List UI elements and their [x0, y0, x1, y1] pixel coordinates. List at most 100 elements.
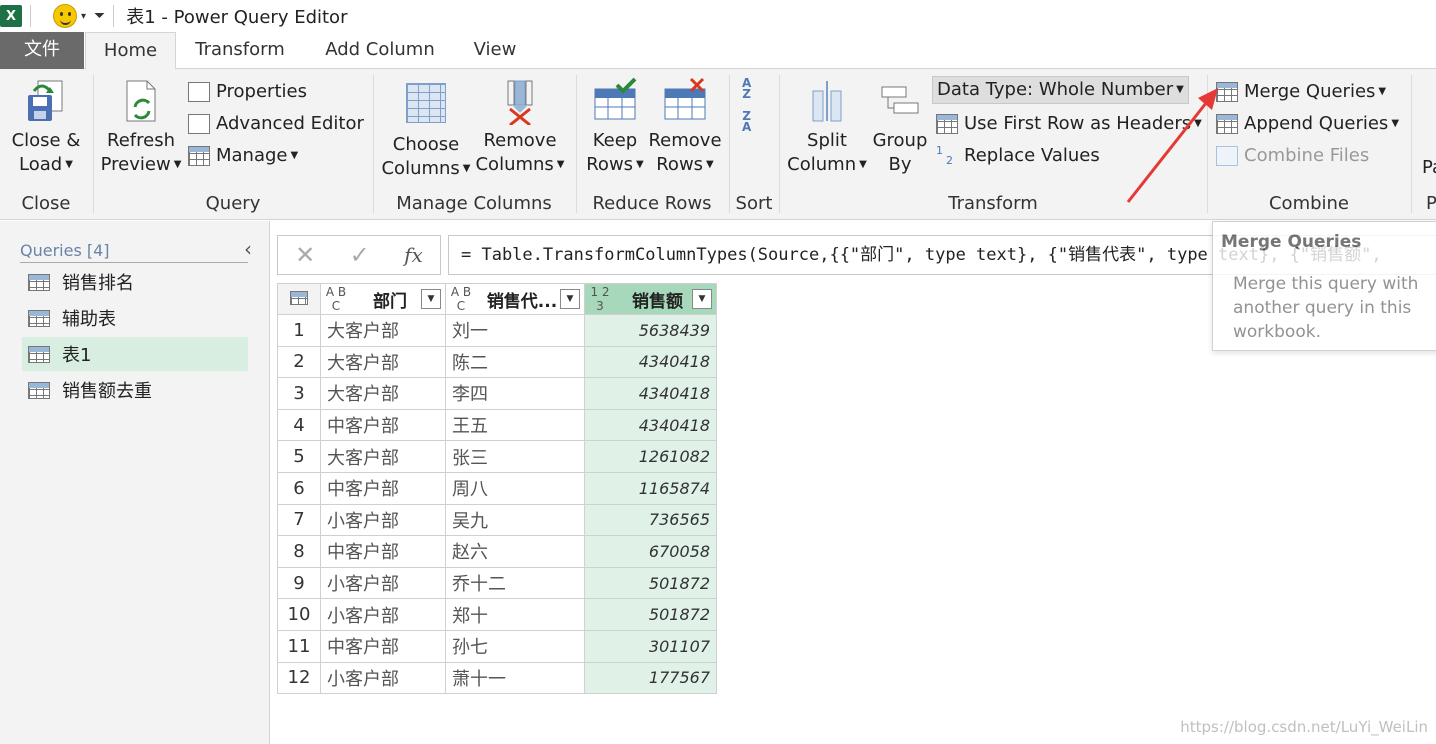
fx-icon[interactable]: fx — [404, 243, 423, 267]
tab-add-column[interactable]: Add Column — [312, 32, 448, 69]
cell[interactable]: 大客户部 — [320, 314, 446, 347]
table-row: 8 中客户部 赵六 670058 — [277, 535, 717, 568]
cell[interactable]: 大客户部 — [320, 345, 446, 379]
cell[interactable]: 4340418 — [584, 377, 717, 410]
cell[interactable]: 郑十 — [445, 598, 585, 631]
column-header[interactable]: 1 2 3 销售额 ▼ — [584, 283, 717, 315]
collapse-pane-icon[interactable]: ‹ — [244, 237, 252, 261]
filter-dropdown-icon[interactable]: ▼ — [560, 289, 580, 309]
cell[interactable]: 中客户部 — [320, 408, 446, 442]
column-header[interactable]: A B C 销售代... ▼ — [445, 283, 585, 315]
tab-home[interactable]: Home — [85, 32, 176, 70]
cell[interactable]: 中客户部 — [320, 471, 446, 505]
tab-file[interactable]: 文件 — [0, 32, 84, 69]
row-number[interactable]: 9 — [277, 566, 321, 600]
cut-off-button[interactable]: Pa — [1422, 154, 1436, 182]
row-number[interactable]: 7 — [277, 503, 321, 537]
split-column-button[interactable]: Split Column ▼ — [784, 77, 870, 177]
excel-app-icon: X — [0, 5, 22, 27]
chevron-down-icon: ▼ — [65, 159, 73, 170]
cell[interactable]: 大客户部 — [320, 440, 446, 473]
cell[interactable]: 501872 — [584, 566, 717, 600]
table-menu-corner[interactable] — [277, 283, 321, 315]
text-type-icon[interactable]: A B C — [325, 285, 347, 313]
query-item-label: 销售额去重 — [62, 381, 152, 402]
number-type-icon[interactable]: 1 2 3 — [589, 285, 611, 313]
text-type-icon[interactable]: A B C — [450, 285, 472, 313]
remove-rows-button[interactable]: Remove Rows ▼ — [647, 77, 723, 177]
row-number[interactable]: 4 — [277, 408, 321, 442]
cell[interactable]: 301107 — [584, 629, 717, 663]
sort-ascending-button[interactable]: A Z — [742, 77, 751, 106]
row-number[interactable]: 10 — [277, 598, 321, 631]
chevron-down-icon[interactable]: ▾ — [81, 11, 86, 22]
query-item[interactable]: 销售排名 — [22, 265, 248, 299]
query-item[interactable]: 辅助表 — [22, 301, 248, 335]
sort-descending-button[interactable]: Z A — [742, 110, 751, 139]
cell[interactable]: 736565 — [584, 503, 717, 537]
tab-transform[interactable]: Transform — [185, 32, 295, 69]
filter-dropdown-icon[interactable]: ▼ — [692, 289, 712, 309]
properties-button[interactable]: Properties — [188, 78, 307, 106]
combine-files-button[interactable]: Combine Files — [1216, 142, 1369, 170]
append-queries-button[interactable]: Append Queries ▼ — [1216, 110, 1399, 138]
cell[interactable]: 1261082 — [584, 440, 717, 473]
cell[interactable]: 李四 — [445, 377, 585, 410]
query-item[interactable]: 销售额去重 — [22, 373, 248, 407]
row-number[interactable]: 3 — [277, 377, 321, 410]
cell[interactable]: 大客户部 — [320, 377, 446, 410]
cell[interactable]: 刘一 — [445, 314, 585, 347]
row-number[interactable]: 8 — [277, 535, 321, 568]
chevron-down-icon: ▼ — [173, 159, 182, 170]
row-number[interactable]: 12 — [277, 661, 321, 695]
filter-dropdown-icon[interactable]: ▼ — [421, 289, 441, 309]
cell[interactable]: 孙七 — [445, 629, 585, 663]
cell[interactable]: 小客户部 — [320, 598, 446, 631]
cell[interactable]: 乔十二 — [445, 566, 585, 600]
cell[interactable]: 670058 — [584, 535, 717, 568]
manage-button[interactable]: Manage ▼ — [188, 142, 298, 170]
cell[interactable]: 5638439 — [584, 314, 717, 347]
row-number[interactable]: 1 — [277, 314, 321, 347]
close-load-button[interactable]: Close & Load ▼ — [8, 77, 84, 177]
cell[interactable]: 赵六 — [445, 535, 585, 568]
cell[interactable]: 陈二 — [445, 345, 585, 379]
cell[interactable]: 小客户部 — [320, 661, 446, 695]
feedback-smiley-icon[interactable] — [53, 4, 77, 28]
advanced-editor-button[interactable]: Advanced Editor — [188, 110, 364, 138]
cell[interactable]: 4340418 — [584, 345, 717, 379]
group-by-button[interactable]: Group By — [868, 77, 932, 177]
cell[interactable]: 萧十一 — [445, 661, 585, 695]
row-number[interactable]: 5 — [277, 440, 321, 473]
customize-qat-icon[interactable]: ⏷ — [94, 8, 105, 24]
column-header[interactable]: A B C 部门 ▼ — [320, 283, 446, 315]
merge-queries-button[interactable]: Merge Queries ▼ — [1216, 78, 1386, 106]
cell[interactable]: 小客户部 — [320, 503, 446, 537]
choose-columns-button[interactable]: Choose Columns ▼ — [380, 77, 472, 181]
remove-columns-button[interactable]: Remove Columns ▼ — [474, 77, 566, 177]
chevron-down-icon: ▼ — [706, 159, 714, 170]
cell[interactable]: 177567 — [584, 661, 717, 695]
choose-columns-label-1: Choose — [392, 134, 460, 155]
group-by-icon — [878, 77, 922, 125]
cell[interactable]: 张三 — [445, 440, 585, 473]
row-number[interactable]: 2 — [277, 345, 321, 379]
commit-icon[interactable]: ✓ — [350, 241, 370, 269]
cell[interactable]: 吴九 — [445, 503, 585, 537]
cell[interactable]: 501872 — [584, 598, 717, 631]
cell[interactable]: 1165874 — [584, 471, 717, 505]
cell[interactable]: 中客户部 — [320, 535, 446, 568]
keep-rows-button[interactable]: Keep Rows ▼ — [581, 77, 649, 177]
cell[interactable]: 周八 — [445, 471, 585, 505]
tab-view[interactable]: View — [462, 32, 528, 69]
query-item-selected[interactable]: 表1 — [22, 337, 248, 371]
row-number[interactable]: 11 — [277, 629, 321, 663]
refresh-preview-button[interactable]: Refresh Preview ▼ — [98, 77, 184, 177]
cancel-icon[interactable]: ✕ — [295, 241, 315, 269]
cell[interactable]: 中客户部 — [320, 629, 446, 663]
row-number[interactable]: 6 — [277, 471, 321, 505]
cell[interactable]: 小客户部 — [320, 566, 446, 600]
cell[interactable]: 4340418 — [584, 408, 717, 442]
cell[interactable]: 王五 — [445, 408, 585, 442]
replace-values-button[interactable]: 1 2 Replace Values — [936, 142, 1100, 170]
